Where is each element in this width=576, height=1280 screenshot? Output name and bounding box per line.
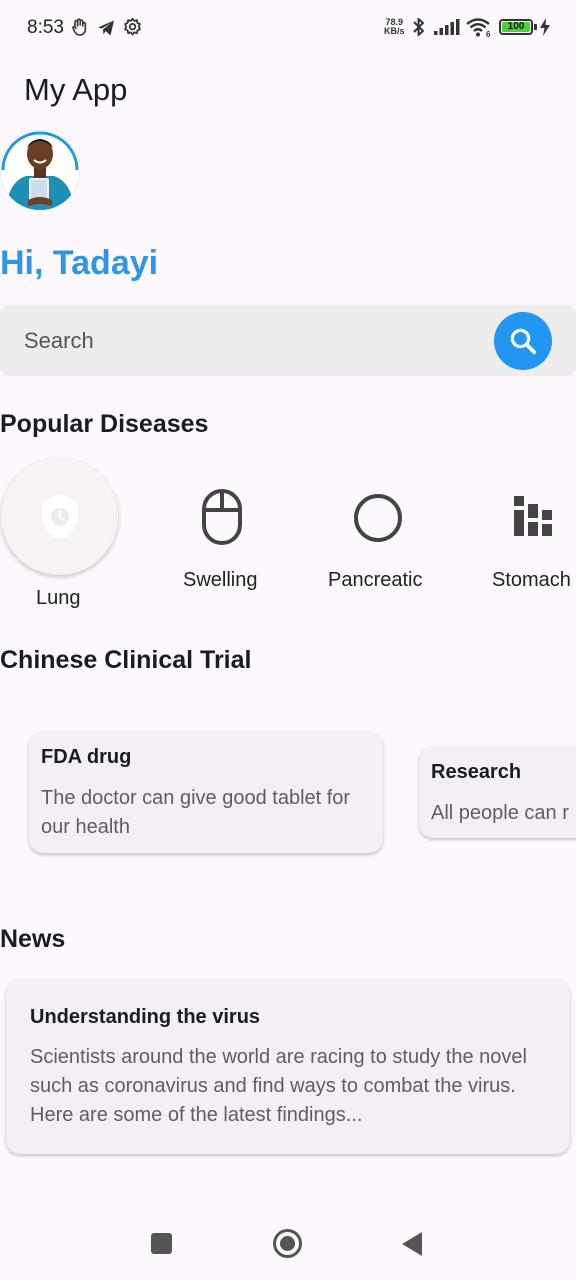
disease-label-stomach: Stomach <box>492 569 571 591</box>
circle-icon <box>354 494 402 542</box>
trial-card-fda-drug[interactable]: FDA drug The doctor can give good tablet… <box>29 731 383 853</box>
search-input[interactable] <box>24 328 454 354</box>
charging-icon <box>540 18 550 36</box>
disease-label-lung: Lung <box>36 587 81 609</box>
mouse-icon <box>202 489 242 545</box>
news-card[interactable]: Understanding the virus Scientists aroun… <box>6 979 570 1154</box>
disease-label-pancreatic: Pancreatic <box>328 569 423 591</box>
network-speed: 78.9 KB/s <box>384 18 405 36</box>
triangle-back-icon[interactable] <box>400 1231 424 1257</box>
disease-label-swelling: Swelling <box>183 569 258 591</box>
telegram-icon <box>98 20 114 36</box>
hand-icon <box>72 18 87 36</box>
disease-item-stomach[interactable] <box>512 496 556 543</box>
trial-card-body: All people can r <box>431 802 569 824</box>
bar-chart-icon <box>514 496 552 536</box>
news-card-body: Scientists around the world are racing t… <box>30 1046 527 1126</box>
user-photo-icon <box>0 130 80 210</box>
greeting: Hi, Tadayi <box>0 244 159 282</box>
search-button[interactable] <box>494 312 552 370</box>
square-icon[interactable] <box>150 1232 173 1255</box>
gear-icon <box>124 17 141 36</box>
disease-item-swelling[interactable] <box>200 488 244 551</box>
search-bar[interactable] <box>0 305 576 376</box>
disease-item-pancreatic[interactable] <box>352 492 404 549</box>
popular-diseases-title: Popular Diseases <box>0 410 209 438</box>
system-nav-bar <box>0 1210 576 1280</box>
disease-item-lung[interactable] <box>1 458 118 575</box>
app-title: My App <box>24 72 128 107</box>
trial-card-title: Research <box>431 761 522 783</box>
battery-level: 100 <box>502 22 530 32</box>
battery-tip <box>534 24 537 30</box>
status-time: 8:53 <box>27 17 64 38</box>
shield-clock-icon <box>41 493 78 540</box>
clinical-trial-title: Chinese Clinical Trial <box>0 646 252 674</box>
battery-icon: 100 <box>499 19 533 35</box>
trial-card-title: FDA drug <box>41 746 132 768</box>
circle-home-icon[interactable] <box>272 1228 303 1259</box>
avatar[interactable] <box>0 130 80 210</box>
trial-card-research[interactable]: Research All people can r <box>419 746 576 838</box>
news-card-title: Understanding the virus <box>30 1006 261 1028</box>
status-bar: 8:53 78.9 KB/s 6 100 <box>0 0 576 56</box>
bluetooth-icon <box>413 18 424 36</box>
trial-card-body: The doctor can give good tablet for our … <box>41 787 351 838</box>
wifi-badge: 6 <box>486 30 491 39</box>
network-speed-unit: KB/s <box>384 26 405 36</box>
signal-icon <box>434 19 460 35</box>
news-title: News <box>0 925 66 953</box>
search-icon <box>510 328 537 355</box>
